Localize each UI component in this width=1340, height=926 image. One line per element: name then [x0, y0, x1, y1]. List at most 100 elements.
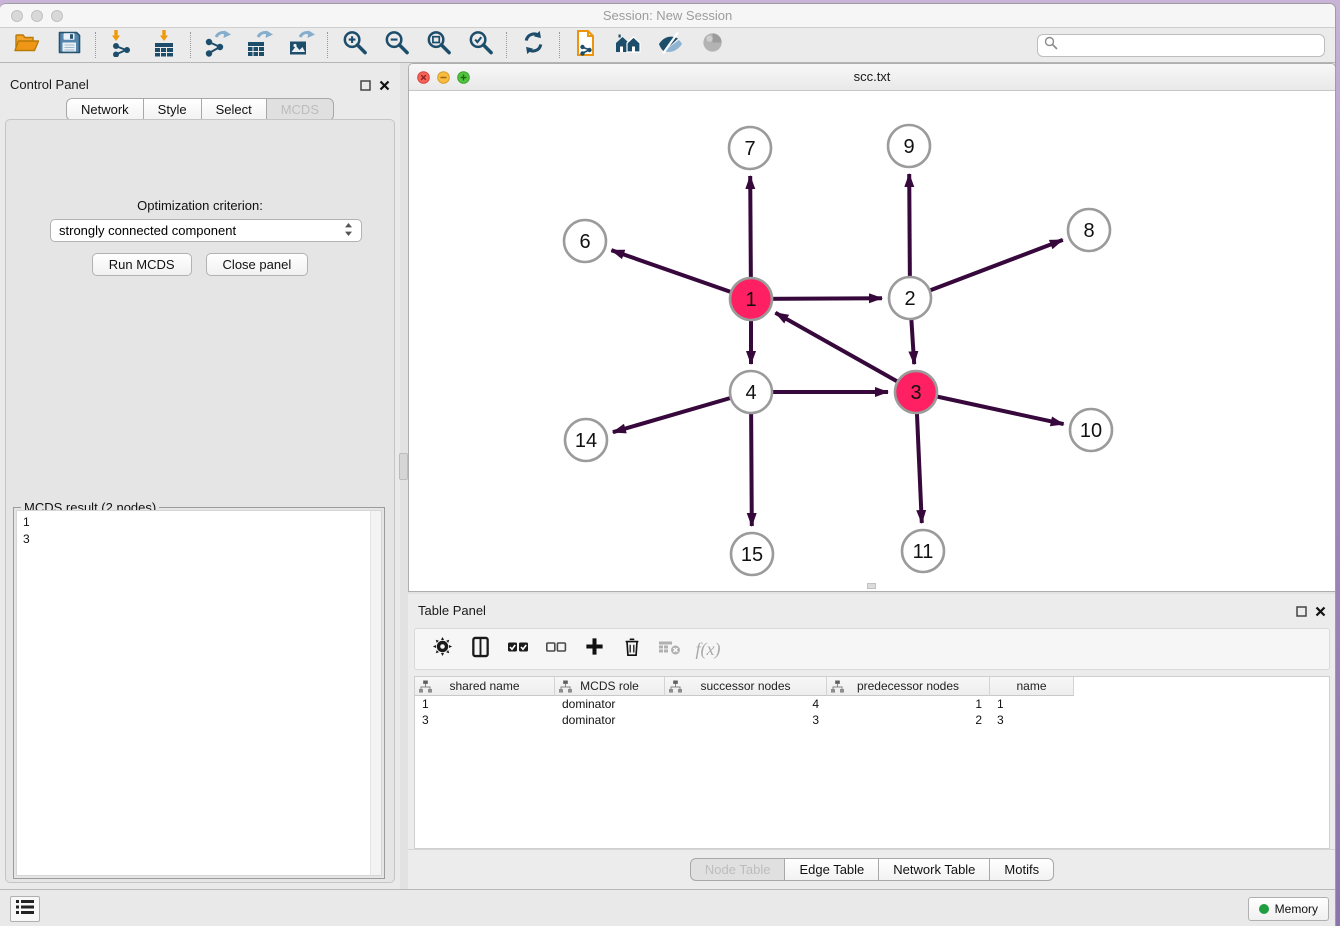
mcds-result-text: 1 3 — [17, 511, 369, 875]
tree-icon — [559, 680, 572, 696]
svg-text:9: 9 — [903, 136, 914, 158]
deselect-all-button[interactable] — [541, 634, 571, 664]
column-label: predecessor nodes — [827, 679, 989, 693]
memory-button[interactable]: Memory — [1248, 897, 1329, 921]
float-table-panel-icon[interactable] — [1296, 604, 1307, 622]
add-column-button[interactable] — [579, 634, 609, 664]
table-row[interactable]: 1dominator411 — [415, 696, 1329, 712]
svg-text:1: 1 — [745, 289, 756, 311]
graph-node-14[interactable]: 14 — [565, 419, 607, 461]
close-window-button[interactable] — [11, 10, 23, 22]
tab-network-table[interactable]: Network Table — [878, 858, 990, 881]
toolbar-separator — [327, 32, 328, 58]
tab-edge-table[interactable]: Edge Table — [784, 858, 879, 881]
float-panel-icon[interactable] — [360, 78, 371, 96]
zoom-out-button[interactable] — [375, 30, 417, 61]
tab-node-table[interactable]: Node Table — [690, 858, 786, 881]
minimize-window-button[interactable] — [31, 10, 43, 22]
zoom-fit-icon — [425, 29, 452, 61]
network-minimize-icon[interactable] — [437, 71, 450, 89]
settings-button[interactable] — [427, 634, 457, 664]
column-header-successor-nodes[interactable]: successor nodes — [665, 677, 827, 696]
export-table-button[interactable] — [238, 30, 280, 61]
export-table-icon — [245, 29, 273, 62]
refresh-layout-button[interactable] — [512, 30, 554, 61]
network-overview-button[interactable] — [607, 30, 649, 61]
tab-mcds[interactable]: MCDS — [266, 98, 334, 121]
graph-node-1[interactable]: 1 — [730, 278, 772, 320]
svg-text:3: 3 — [910, 382, 921, 404]
column-label: shared name — [415, 679, 554, 693]
canvas-resize-handle[interactable] — [867, 583, 876, 589]
graph-node-7[interactable]: 7 — [729, 127, 771, 169]
tab-motifs[interactable]: Motifs — [989, 858, 1054, 881]
cell-name: 3 — [990, 712, 1074, 728]
column-header-mcds-role[interactable]: MCDS role — [555, 677, 665, 696]
graph-node-15[interactable]: 15 — [731, 533, 773, 575]
zoom-in-button[interactable] — [333, 30, 375, 61]
control-panel-title: Control Panel — [10, 77, 89, 92]
network-window-titlebar[interactable]: scc.txt — [409, 64, 1335, 91]
column-label: name — [990, 679, 1073, 693]
table-row[interactable]: 3dominator323 — [415, 712, 1329, 728]
toolbar-separator — [95, 32, 96, 58]
graph-node-9[interactable]: 9 — [888, 125, 930, 167]
column-header-name[interactable]: name — [990, 677, 1074, 696]
folder-open-icon — [14, 30, 40, 61]
panel-divider-handle[interactable] — [399, 453, 408, 480]
zoom-out-icon — [383, 29, 410, 61]
graph-node-4[interactable]: 4 — [730, 371, 772, 413]
svg-text:7: 7 — [744, 138, 755, 160]
close-table-panel-icon[interactable] — [1315, 604, 1326, 622]
network-close-icon[interactable] — [417, 71, 430, 89]
network-zoom-icon[interactable] — [457, 71, 470, 89]
graph-node-8[interactable]: 8 — [1068, 209, 1110, 251]
graph-node-10[interactable]: 10 — [1070, 409, 1112, 451]
overview-icon — [614, 29, 642, 62]
save-session-button[interactable] — [48, 30, 90, 61]
network-canvas[interactable]: 7 9 6 8 1 2 4 3 14 10 15 11 — [409, 92, 1335, 591]
search-box[interactable] — [1037, 34, 1325, 57]
zoom-fit-button[interactable] — [417, 30, 459, 61]
tab-select[interactable]: Select — [201, 98, 267, 121]
export-network-button[interactable] — [196, 30, 238, 61]
toolbar-separator — [559, 32, 560, 58]
zoom-selected-button[interactable] — [459, 30, 501, 61]
run-mcds-button[interactable]: Run MCDS — [92, 253, 192, 276]
graph-edge-2-8[interactable] — [910, 240, 1063, 298]
dropdown-value: strongly connected component — [59, 223, 344, 238]
network-window-title: scc.txt — [409, 64, 1335, 90]
delete-table-button — [655, 634, 685, 664]
graph-edge-3-1[interactable] — [775, 313, 916, 392]
network-graph[interactable]: 7 9 6 8 1 2 4 3 14 10 15 11 — [409, 92, 1336, 592]
tab-style[interactable]: Style — [143, 98, 202, 121]
import-network-icon — [108, 29, 136, 62]
clone-network-button[interactable] — [565, 30, 607, 61]
close-panel-button[interactable]: Close panel — [206, 253, 309, 276]
column-header-shared-name[interactable]: shared name — [415, 677, 555, 696]
tree-icon — [419, 680, 432, 696]
close-panel-icon[interactable] — [379, 78, 390, 96]
delete-column-button[interactable] — [617, 634, 647, 664]
graphics-details-button[interactable] — [649, 30, 691, 61]
graph-edge-3-10[interactable] — [916, 392, 1064, 424]
open-file-button[interactable] — [6, 30, 48, 61]
result-scrollbar[interactable] — [370, 511, 381, 875]
tab-network[interactable]: Network — [66, 98, 144, 121]
import-network-button[interactable] — [101, 30, 143, 61]
graph-node-3[interactable]: 3 — [895, 371, 937, 413]
graph-node-6[interactable]: 6 — [564, 220, 606, 262]
column-header-predecessor-nodes[interactable]: predecessor nodes — [827, 677, 990, 696]
delete-table-icon — [658, 636, 682, 663]
optimization-criterion-select[interactable]: strongly connected component — [50, 219, 362, 242]
column-visibility-button[interactable] — [465, 634, 495, 664]
search-input[interactable] — [1062, 36, 1324, 55]
zoom-window-button[interactable] — [51, 10, 63, 22]
select-all-button[interactable] — [503, 634, 533, 664]
console-button[interactable] — [10, 896, 40, 922]
export-image-button[interactable] — [280, 30, 322, 61]
application-window: Session: New Session Control Panel Netwo… — [0, 3, 1336, 926]
import-table-button[interactable] — [143, 30, 185, 61]
graph-node-11[interactable]: 11 — [902, 530, 944, 572]
graph-node-2[interactable]: 2 — [889, 277, 931, 319]
